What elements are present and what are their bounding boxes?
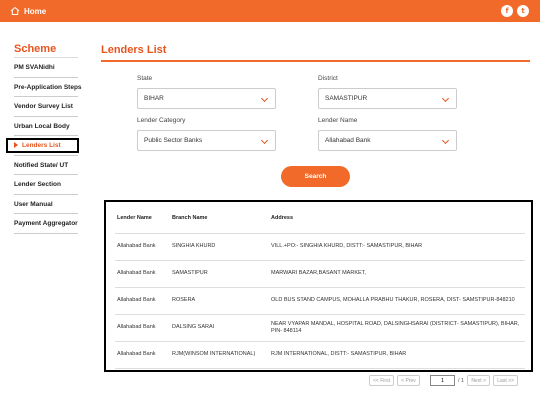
- lender-category-value: Public Sector Banks: [144, 137, 203, 144]
- page-number-input[interactable]: [430, 375, 455, 386]
- sidebar-item-pre-application-steps[interactable]: Pre-Application Steps: [14, 78, 82, 97]
- cell-address: MARWARI BAZAR,BASANT MARKET,: [271, 270, 366, 277]
- cell-branch-name: SINGHIA KHURD: [172, 243, 216, 250]
- top-bar: Home f t: [0, 0, 540, 22]
- chevron-down-icon: [260, 94, 269, 103]
- lenders-table: Lender Name Branch Name Address Allahaba…: [104, 200, 533, 372]
- table-row: Allahabad Bank ROSERA OLD BUS STAND CAMP…: [115, 288, 525, 315]
- lender-category-select[interactable]: Public Sector Banks: [137, 130, 276, 151]
- chevron-down-icon: [441, 94, 450, 103]
- cell-lender-name: Allahabad Bank: [117, 270, 156, 277]
- page-total: / 1: [458, 377, 465, 384]
- sidebar-item-notified-state-ut[interactable]: Notified State/ UT: [14, 156, 78, 175]
- sidebar-item-pm-svanidhi[interactable]: PM SVANidhi: [14, 58, 78, 78]
- home-link[interactable]: Home: [10, 6, 46, 16]
- sidebar-item-lender-section[interactable]: Lender Section: [14, 175, 78, 195]
- header-address: Address: [271, 215, 294, 222]
- cell-lender-name: Allahabad Bank: [117, 243, 156, 250]
- cell-branch-name: RJM(WINSOM INTERNATIONAL): [172, 351, 256, 358]
- title-underline: [101, 60, 530, 62]
- table-row: Allahabad Bank SINGHIA KHURD VILL.+PO:- …: [115, 234, 525, 261]
- active-item-highlight: [6, 138, 79, 153]
- cell-address: OLD BUS STAND CAMPUS, MOHALLA PRABHU THA…: [271, 297, 515, 304]
- table-body: Lender Name Branch Name Address Allahaba…: [115, 205, 525, 369]
- district-select[interactable]: SAMASTIPUR: [318, 88, 457, 109]
- header-branch-name: Branch Name: [172, 215, 208, 222]
- cell-branch-name: DALSING SARAI: [172, 324, 215, 331]
- twitter-icon[interactable]: t: [517, 5, 529, 17]
- cell-lender-name: Allahabad Bank: [117, 351, 156, 358]
- cell-address: VILL.+PO:- SINGHIA KHURD, DISTT:- SAMAST…: [271, 243, 423, 250]
- search-button[interactable]: Search: [281, 166, 350, 187]
- first-page-button[interactable]: << First: [369, 375, 394, 386]
- next-page-button[interactable]: Next >: [467, 375, 491, 386]
- cell-branch-name: SAMASTIPUR: [172, 270, 208, 277]
- sidebar: Scheme PM SVANidhi Pre-Application Steps…: [6, 36, 82, 234]
- table-header-row: Lender Name Branch Name Address: [115, 205, 525, 234]
- facebook-icon[interactable]: f: [501, 5, 513, 17]
- state-select[interactable]: BIHAR: [137, 88, 276, 109]
- sidebar-item-user-manual[interactable]: User Manual: [14, 195, 78, 214]
- last-page-button[interactable]: Last >>: [493, 375, 519, 386]
- page-title: Lenders List: [101, 44, 167, 56]
- district-value: SAMASTIPUR: [325, 95, 368, 102]
- sidebar-item-urban-local-body[interactable]: Urban Local Body: [14, 117, 78, 136]
- chevron-down-icon: [441, 136, 450, 145]
- sidebar-item-lenders-list[interactable]: Lenders List: [6, 136, 79, 156]
- cell-address: NEAR VYAPAR MANDAL, HOSPITAL ROAD, DALSI…: [271, 320, 520, 335]
- table-row: Allahabad Bank RJM(WINSOM INTERNATIONAL)…: [115, 342, 525, 369]
- sidebar-item-payment-aggregator[interactable]: Payment Aggregator: [14, 214, 78, 234]
- cell-address: RJM INTERNATIONAL, DISTT:- SAMASTIPUR, B…: [271, 351, 407, 358]
- home-icon: [10, 6, 20, 15]
- lender-name-select[interactable]: Allahabad Bank: [318, 130, 457, 151]
- table-row: Allahabad Bank SAMASTIPUR MARWARI BAZAR,…: [115, 261, 525, 288]
- pagination: << First < Prev / 1 Next > Last >>: [369, 375, 519, 386]
- sidebar-item-vendor-survey-list[interactable]: Vendor Survey List: [14, 97, 78, 117]
- state-label: State: [137, 75, 153, 82]
- cell-lender-name: Allahabad Bank: [117, 324, 156, 331]
- sidebar-title: Scheme: [14, 43, 57, 55]
- social-links: f t: [501, 5, 529, 17]
- lender-name-value: Allahabad Bank: [325, 137, 371, 144]
- cell-branch-name: ROSERA: [172, 297, 196, 304]
- home-label: Home: [24, 6, 47, 16]
- table-row: Allahabad Bank DALSING SARAI NEAR VYAPAR…: [115, 315, 525, 342]
- chevron-down-icon: [260, 136, 269, 145]
- header-lender-name: Lender Name: [117, 215, 152, 222]
- lender-category-label: Lender Category: [137, 117, 186, 124]
- cell-lender-name: Allahabad Bank: [117, 297, 156, 304]
- district-label: District: [318, 75, 338, 82]
- lender-name-label: Lender Name: [318, 117, 358, 124]
- prev-page-button[interactable]: < Prev: [397, 375, 420, 386]
- state-value: BIHAR: [144, 95, 164, 102]
